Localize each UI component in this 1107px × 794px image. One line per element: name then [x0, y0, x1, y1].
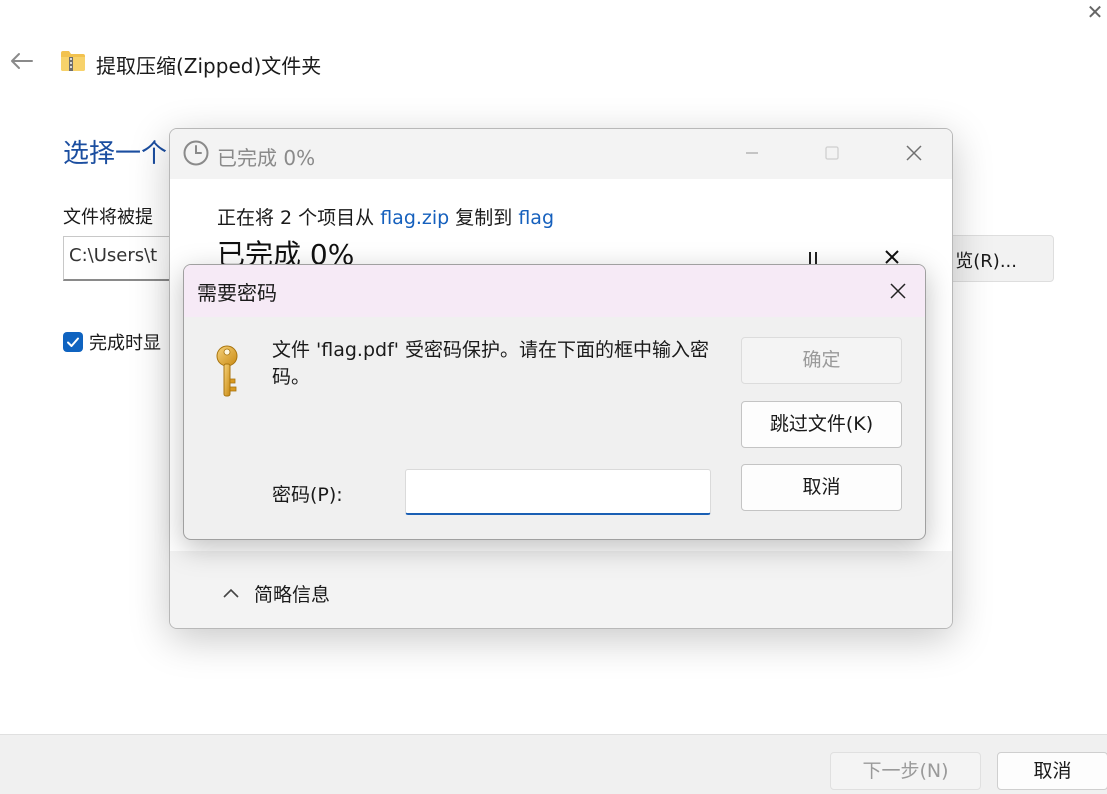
progress-close-icon[interactable]	[900, 139, 928, 167]
password-label: 密码(P):	[272, 484, 343, 506]
arrow-left-icon[interactable]	[6, 46, 36, 76]
destination-link[interactable]: flag	[518, 207, 554, 229]
skip-file-button[interactable]: 跳过文件(K)	[741, 401, 902, 448]
password-message: 文件 'flag.pdf' 受密码保护。请在下面的框中输入密码。	[272, 339, 710, 388]
wizard-heading: 选择一个	[63, 139, 168, 169]
source-link[interactable]: flag.zip	[380, 207, 449, 229]
copy-status-text: 正在将 2 个项目从 flag.zip 复制到 flag	[217, 203, 554, 230]
password-input[interactable]	[405, 469, 711, 515]
zipped-folder-icon	[60, 50, 86, 72]
wizard-close-icon[interactable]: ✕	[1082, 0, 1107, 24]
key-icon	[212, 345, 246, 399]
next-button[interactable]: 下一步(N)	[830, 752, 981, 790]
fewer-details-toggle[interactable]: 简略信息	[254, 580, 330, 607]
checkmark-icon	[67, 337, 79, 347]
ok-button[interactable]: 确定	[741, 337, 902, 384]
password-dialog-title: 需要密码	[197, 281, 277, 305]
show-when-done-label: 完成时显	[89, 333, 161, 354]
show-when-done-checkbox[interactable]	[63, 332, 83, 352]
password-cancel-button[interactable]: 取消	[741, 464, 902, 511]
copy-middle: 复制到	[449, 207, 519, 229]
wizard-title: 提取压缩(Zipped)文件夹	[96, 54, 322, 78]
maximize-icon[interactable]	[820, 141, 844, 165]
minimize-icon[interactable]	[738, 139, 766, 167]
destination-label: 文件将被提	[63, 207, 153, 228]
password-close-icon[interactable]	[884, 277, 912, 305]
wizard-cancel-button[interactable]: 取消	[997, 752, 1107, 790]
clock-icon	[182, 139, 210, 167]
copy-prefix: 正在将 2 个项目从	[217, 207, 381, 229]
password-dialog: 需要密码 文件 'flag.pdf' 受密码保护。请在下面的框中输入密码。 确定…	[183, 264, 926, 540]
password-titlebar	[184, 265, 925, 317]
progress-title: 已完成 0%	[217, 146, 316, 170]
chevron-up-icon[interactable]	[222, 585, 240, 599]
